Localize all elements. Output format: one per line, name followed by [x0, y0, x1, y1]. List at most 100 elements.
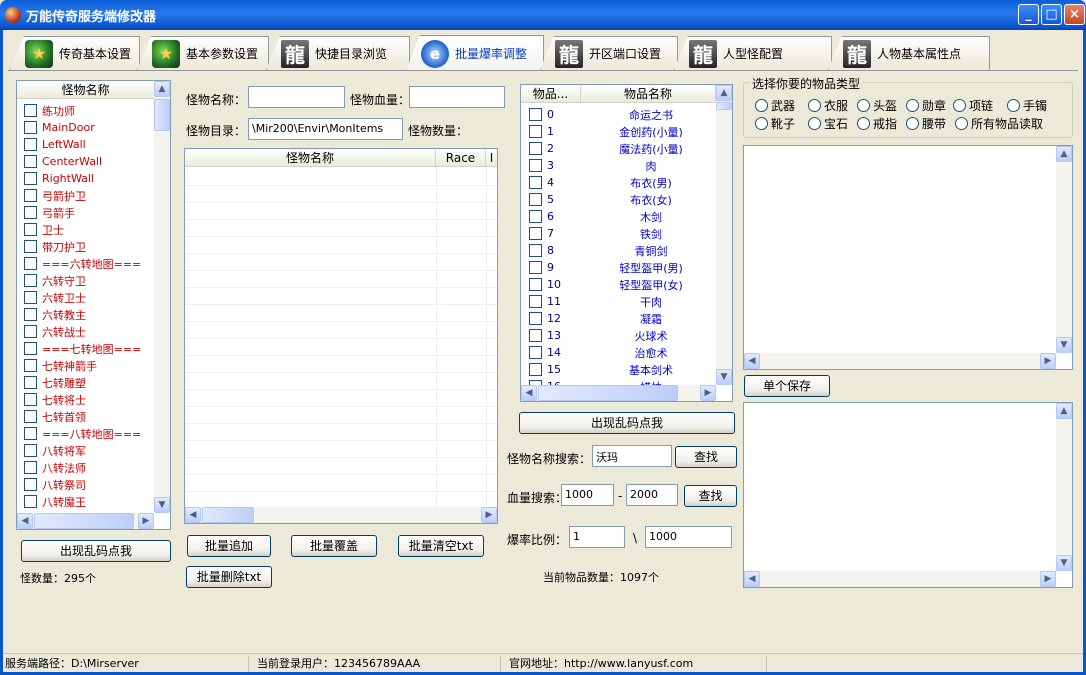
checkbox[interactable] [24, 257, 37, 270]
monster-list-item[interactable]: 弓箭手 [24, 204, 152, 221]
scroll-left-icon[interactable]: ◀ [744, 353, 760, 369]
monster-list-item[interactable]: 带刀护卫 [24, 238, 152, 255]
scroll-up-icon[interactable]: ▲ [716, 85, 732, 101]
item-search-field[interactable]: 沃玛 [592, 445, 672, 467]
item-row[interactable]: 4 布衣(男) [521, 174, 716, 191]
monster-list-item[interactable]: 八转魔王 [24, 493, 152, 510]
item-row[interactable]: 11 干肉 [521, 293, 716, 310]
checkbox[interactable] [24, 461, 37, 474]
maximize-button[interactable]: □ [1041, 4, 1062, 25]
type-radio[interactable]: 腰带 [906, 115, 946, 132]
checkbox[interactable] [529, 295, 542, 308]
item-row[interactable]: 9 轻型盔甲(男) [521, 259, 716, 276]
checkbox[interactable] [24, 240, 37, 253]
checkbox[interactable] [24, 376, 37, 389]
scroll-left-icon[interactable]: ◀ [17, 513, 33, 529]
checkbox[interactable] [24, 393, 37, 406]
monster-list-item[interactable]: 七转将士 [24, 391, 152, 408]
checkbox[interactable] [529, 278, 542, 291]
checkbox[interactable] [529, 363, 542, 376]
monster-list-item[interactable]: ===七转地图=== [24, 340, 152, 357]
item-row[interactable]: 8 青铜剑 [521, 242, 716, 259]
checkbox[interactable] [529, 227, 542, 240]
checkbox[interactable] [24, 206, 37, 219]
tab-2[interactable]: ★ 基本参数设置 [137, 36, 269, 70]
item-garble-button[interactable]: 出现乱码点我 [519, 412, 735, 434]
monster-name-field[interactable] [248, 86, 345, 108]
item-row[interactable]: 5 布衣(女) [521, 191, 716, 208]
monster-list-item[interactable]: RightWall [24, 170, 152, 187]
tab-6[interactable]: 龍人型怪配置 [674, 36, 832, 70]
hp-to-field[interactable]: 2000 [626, 484, 678, 506]
item-row[interactable]: 2 魔法药(小量) [521, 140, 716, 157]
item-row[interactable]: 12 凝霜 [521, 310, 716, 327]
drop-table-hscroll[interactable]: ◀ ▶ [185, 507, 497, 523]
scroll-left-icon[interactable]: ◀ [744, 571, 760, 587]
checkbox[interactable] [24, 121, 37, 134]
monster-list-item[interactable]: 八转将军 [24, 442, 152, 459]
rate-num-field[interactable]: 1 [569, 526, 625, 548]
checkbox[interactable] [24, 172, 37, 185]
tab-1[interactable]: ★ 传奇基本设置 [10, 36, 140, 70]
tab-4[interactable]: e 批量爆率调整 [406, 35, 544, 71]
checkbox[interactable] [529, 244, 542, 257]
monster-list-item[interactable]: 七转雕塑 [24, 374, 152, 391]
batch-add-button[interactable]: 批量追加 [187, 535, 271, 557]
monster-list-vscroll[interactable]: ▲ ▼ [154, 81, 170, 513]
col-race[interactable]: Race [436, 149, 486, 167]
editor-hscroll[interactable]: ◀ ▶ [744, 571, 1056, 587]
scroll-right-icon[interactable]: ▶ [1040, 353, 1056, 369]
title-bar[interactable] [0, 0, 1086, 30]
checkbox[interactable] [529, 346, 542, 359]
checkbox[interactable] [24, 325, 37, 338]
item-editor-area[interactable]: ▲ ▼ ◀ ▶ [743, 402, 1073, 588]
type-radio[interactable]: 所有物品读取 [955, 115, 1043, 132]
item-row[interactable]: 14 治愈术 [521, 344, 716, 361]
item-row[interactable]: 10 轻型盔甲(女) [521, 276, 716, 293]
scroll-thumb[interactable] [34, 513, 134, 529]
checkbox[interactable] [24, 342, 37, 355]
monster-list-item[interactable]: 八转法师 [24, 459, 152, 476]
item-list-hscroll[interactable]: ◀ ▶ [521, 385, 716, 401]
checkbox[interactable] [24, 189, 37, 202]
monster-list-hscroll[interactable]: ◀ ▶ [17, 513, 154, 529]
col-item-id[interactable]: 物品... [521, 85, 581, 103]
monster-list-item[interactable]: 六转卫士 [24, 289, 152, 306]
rate-den-field[interactable]: 1000 [645, 526, 732, 548]
scroll-up-icon[interactable]: ▲ [1056, 146, 1072, 162]
close-button[interactable]: × [1064, 4, 1085, 25]
checkbox[interactable] [529, 312, 542, 325]
monster-list-item[interactable]: CenterWall [24, 153, 152, 170]
checkbox[interactable] [24, 104, 37, 117]
item-row[interactable]: 0 命运之书 [521, 106, 716, 123]
monster-hp-field[interactable] [409, 86, 505, 108]
type-radio[interactable]: 靴子 [755, 115, 795, 132]
checkbox[interactable] [24, 444, 37, 457]
tab-7[interactable]: 龍人物基本属性点 [828, 36, 990, 70]
checkbox[interactable] [529, 210, 542, 223]
checkbox[interactable] [24, 223, 37, 236]
monster-list-item[interactable]: 练功师 [24, 102, 152, 119]
tab-3[interactable]: 龍快捷目录浏览 [266, 36, 410, 70]
scroll-down-icon[interactable]: ▼ [716, 369, 732, 385]
type-radio[interactable]: 武器 [755, 97, 795, 114]
item-preview-area[interactable]: ▲ ▼ ◀ ▶ [743, 145, 1073, 370]
checkbox[interactable] [24, 410, 37, 423]
checkbox[interactable] [24, 495, 37, 508]
checkbox[interactable] [529, 125, 542, 138]
monster-list-item[interactable]: 六转守卫 [24, 272, 152, 289]
checkbox[interactable] [529, 159, 542, 172]
scroll-thumb[interactable] [154, 99, 170, 131]
hp-find-button[interactable]: 查找 [684, 485, 737, 507]
scroll-right-icon[interactable]: ▶ [138, 513, 154, 529]
type-radio[interactable]: 项链 [953, 97, 993, 114]
scroll-right-icon[interactable]: ▶ [1040, 571, 1056, 587]
col-extra[interactable]: I [486, 149, 497, 167]
checkbox[interactable] [529, 142, 542, 155]
item-row[interactable]: 1 金创药(小量) [521, 123, 716, 140]
monster-list-item[interactable]: LeftWall [24, 136, 152, 153]
checkbox[interactable] [24, 138, 37, 151]
checkbox[interactable] [529, 261, 542, 274]
scroll-down-icon[interactable]: ▼ [1056, 337, 1072, 353]
tab-5[interactable]: 龍开区端口设置 [540, 36, 678, 70]
